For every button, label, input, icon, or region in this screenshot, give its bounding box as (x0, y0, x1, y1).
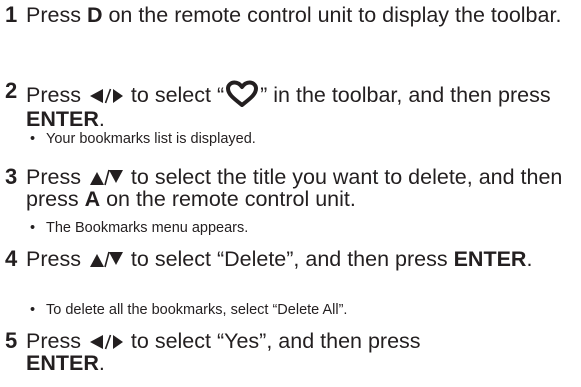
left-right-arrows-icon (89, 334, 123, 350)
step-text-part: on the remote control unit. (100, 187, 356, 211)
up-down-arrows-icon (89, 251, 123, 268)
step-text: Press D on the remote control unit to di… (26, 4, 571, 26)
up-down-arrows-icon (89, 169, 123, 186)
step-text-part: Press (26, 329, 87, 353)
step-text-part: Press (26, 83, 87, 107)
step-text-part: ” in the toolbar, and then press (260, 83, 551, 107)
step-text-part: to select “Delete”, and then press (124, 247, 454, 271)
button-key-a: A (84, 187, 101, 211)
step-text: Press to select “ ” in the toolbar, and t… (26, 80, 571, 130)
left-right-arrows-icon (89, 88, 123, 104)
step-number: 5 (5, 328, 18, 353)
step-number: 3 (5, 164, 18, 189)
step-note-text: To delete all the bookmarks, select “Del… (46, 302, 348, 318)
step-note: • The Bookmarks menu appears. (30, 219, 248, 237)
step-text-part: . (98, 351, 105, 375)
step-text-part: on the remote control unit to display th… (102, 3, 562, 27)
step-text-part: to select “Yes”, and then press (124, 329, 421, 353)
bullet: • (30, 131, 36, 147)
step-note-text: The Bookmarks menu appears. (46, 220, 249, 236)
heart-icon (226, 80, 259, 107)
step-note: • To delete all the bookmarks, select “De… (30, 301, 347, 319)
instruction-steps: 1 Press D on the remote control unit to … (0, 0, 581, 387)
step-number: 1 (5, 2, 18, 27)
step-text-part: Press (26, 3, 87, 27)
step-text: Press to select “Yes”, and then press EN… (26, 330, 476, 374)
step-text: Press to select “Delete”, and then press… (26, 248, 571, 270)
button-key-enter: ENTER (26, 351, 99, 375)
step-text-part: to select “ (124, 83, 225, 107)
step-text: Press to select the title you want to de… (26, 166, 571, 210)
button-key-enter: ENTER (26, 107, 99, 131)
step-note: • Your bookmarks list is displayed. (30, 130, 256, 148)
button-key-enter: ENTER (453, 247, 527, 271)
bullet: • (30, 302, 36, 318)
step-number: 4 (5, 246, 18, 271)
step-text-part: . (526, 247, 533, 271)
step-text-part: Press (26, 247, 87, 271)
step-note-text: Your bookmarks list is displayed. (46, 131, 256, 147)
step-text-part: . (98, 107, 105, 131)
step-text-part: Press (26, 165, 87, 189)
step-number: 2 (5, 78, 18, 103)
bullet: • (30, 220, 36, 236)
button-key-d: D (86, 3, 103, 27)
